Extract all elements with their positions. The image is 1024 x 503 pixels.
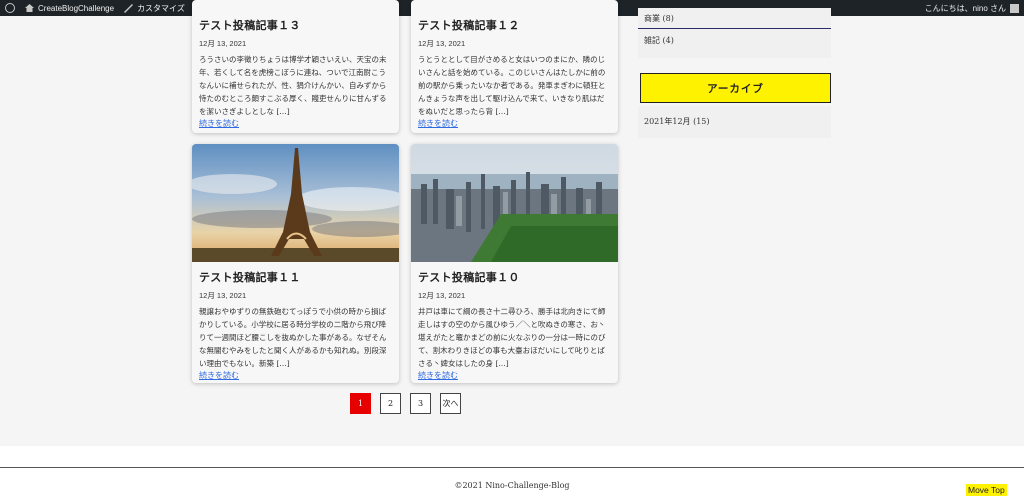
- home-icon: [25, 4, 34, 12]
- read-more-link[interactable]: 続きを読む: [418, 118, 611, 129]
- post-title[interactable]: テスト投稿記事１２: [418, 17, 611, 33]
- category-label: 商業 (8): [644, 13, 674, 23]
- category-list: 商業 (8) 雑記 (4): [638, 8, 831, 58]
- footer-divider: [0, 467, 1024, 468]
- post-date: 12月 13, 2021: [418, 291, 466, 300]
- post-card: テスト投稿記事１３ 12月 13, 2021 ろうさいの李徴りちょうは博学才穎さ…: [192, 0, 399, 133]
- wordpress-icon: [5, 3, 15, 13]
- post-date: 12月 13, 2021: [199, 291, 247, 300]
- post-card: テスト投稿記事１１ 12月 13, 2021 親譲おやゆずりの無鉄砲むてっぽうで…: [192, 144, 399, 383]
- copyright-text: ©2021 Nino-Challenge-Blog: [454, 481, 570, 490]
- read-more-link[interactable]: 続きを読む: [418, 370, 611, 381]
- read-more-link[interactable]: 続きを読む: [199, 370, 392, 381]
- pagination: 1 2 3 次へ: [350, 393, 461, 414]
- post-title[interactable]: テスト投稿記事１０: [418, 269, 611, 285]
- archive-item[interactable]: 2021年12月 (15): [638, 106, 831, 137]
- category-label: 雑記 (4): [644, 35, 674, 45]
- read-more-link[interactable]: 続きを読む: [199, 118, 392, 129]
- page-link-1[interactable]: 1: [350, 393, 371, 414]
- wp-logo-menu[interactable]: [0, 0, 20, 16]
- avatar: [1010, 3, 1019, 13]
- category-item[interactable]: 商業 (8): [638, 8, 831, 29]
- greeting-text: こんにちは、nino さん: [924, 3, 1006, 13]
- archive-label: 2021年12月 (15): [644, 117, 710, 126]
- site-name-link[interactable]: CreateBlogChallenge: [20, 0, 119, 16]
- brush-icon: [124, 3, 134, 13]
- archive-list: 2021年12月 (15): [638, 106, 831, 138]
- customize-label: カスタマイズ: [137, 3, 185, 13]
- page-link-2[interactable]: 2: [380, 393, 401, 414]
- move-top-button[interactable]: Move Top: [966, 484, 1007, 496]
- customize-link[interactable]: カスタマイズ: [119, 0, 190, 16]
- post-date: 12月 13, 2021: [199, 39, 247, 48]
- category-item[interactable]: 雑記 (4): [638, 29, 831, 51]
- post-date: 12月 13, 2021: [418, 39, 466, 48]
- archive-widget-title: アーカイブ: [640, 73, 831, 103]
- post-card: テスト投稿記事１２ 12月 13, 2021 うとうととして目がさめると女はいつ…: [411, 0, 618, 133]
- post-excerpt: 親譲おやゆずりの無鉄砲むてっぽうで小供の時から損ばかりしている。小学校に居る時分…: [199, 307, 387, 368]
- my-account-menu[interactable]: こんにちは、nino さん: [920, 0, 1024, 16]
- post-thumbnail-eiffel-tower[interactable]: [192, 144, 399, 262]
- post-card: テスト投稿記事１０ 12月 13, 2021 井戸は車にて綱の長さ十二尋ひろ、勝…: [411, 144, 618, 383]
- footer: ©2021 Nino-Challenge-Blog: [0, 446, 1024, 503]
- page-link-3[interactable]: 3: [410, 393, 431, 414]
- post-title[interactable]: テスト投稿記事１３: [199, 17, 392, 33]
- site-name: CreateBlogChallenge: [38, 3, 115, 13]
- post-excerpt: うとうととして目がさめると女はいつのまにか、隣のじいさんと話を始めている。このじ…: [418, 55, 606, 116]
- post-thumbnail-new-york[interactable]: [411, 144, 618, 262]
- post-title[interactable]: テスト投稿記事１１: [199, 269, 392, 285]
- post-excerpt: ろうさいの李徴りちょうは博学才穎さいえい、天宝の末年、若くして名を虎榜こぼうに連…: [199, 55, 387, 116]
- next-page-link[interactable]: 次へ: [440, 393, 461, 414]
- post-excerpt: 井戸は車にて綱の長さ十二尋ひろ、勝手は北向きにて師走しはすの空のから風ひゆう／＼…: [418, 307, 606, 368]
